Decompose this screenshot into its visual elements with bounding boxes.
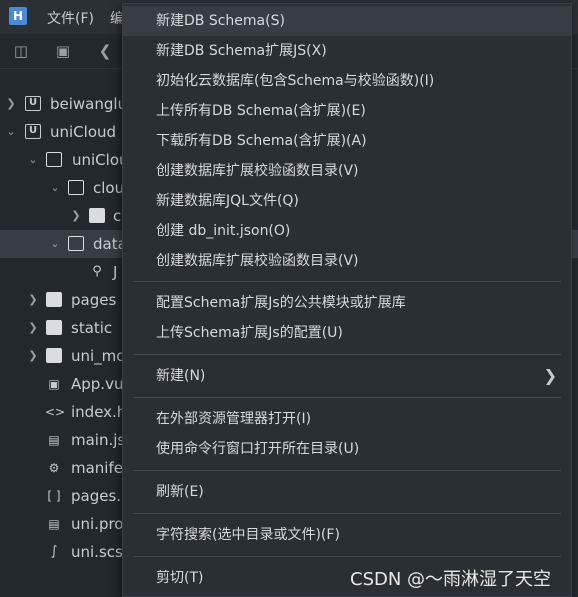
menu-item-upload-all-schema[interactable]: 上传所有DB Schema(含扩展)(E) bbox=[123, 96, 571, 126]
tree-item-label: uniClou bbox=[72, 151, 129, 169]
tree-item-label: J bbox=[113, 263, 118, 281]
menu-item-new-db-schema-ext-js[interactable]: 新建DB Schema扩展JS(X) bbox=[123, 36, 571, 66]
tree-item-label: main.js bbox=[71, 431, 126, 449]
schema-file-icon: ⚲ bbox=[92, 264, 102, 279]
html-file-icon: <> bbox=[45, 405, 66, 419]
menu-item-label: 上传Schema扩展Js的配置(U) bbox=[156, 325, 343, 341]
tree-item-label: manife bbox=[71, 459, 123, 477]
js-file-icon: ▤ bbox=[48, 517, 60, 531]
js-file-icon: ▤ bbox=[48, 433, 60, 447]
menu-item-label: 使用命令行窗口打开所在目录(U) bbox=[156, 441, 360, 457]
vue-file-icon: ▣ bbox=[48, 377, 60, 391]
back-icon[interactable]: ❮ bbox=[96, 42, 114, 60]
chevron-down-icon[interactable]: ⌄ bbox=[49, 230, 61, 258]
folder-filled-icon bbox=[89, 208, 105, 223]
tree-item-label: uni.pro bbox=[71, 515, 124, 533]
menu-item-label: 配置Schema扩展Js的公共模块或扩展库 bbox=[156, 295, 406, 311]
chevron-right-icon[interactable]: ❯ bbox=[27, 342, 39, 370]
tree-item-label: beiwanglu bbox=[50, 95, 128, 113]
menu-item-new-db-schema[interactable]: 新建DB Schema(S) bbox=[123, 6, 571, 36]
menu-item-create-validate-dir-2[interactable]: 创建数据库扩展校验函数目录(V) bbox=[123, 246, 571, 276]
menu-item-label: 上传所有DB Schema(含扩展)(E) bbox=[156, 103, 366, 119]
menu-item-label: 剪切(T) bbox=[156, 570, 204, 586]
menu-separator bbox=[133, 556, 561, 557]
menu-item-label: 初始化云数据库(包含Schema与校验函数)(I) bbox=[156, 73, 435, 89]
menu-item-create-validate-dir[interactable]: 创建数据库扩展校验函数目录(V) bbox=[123, 156, 571, 186]
new-file-icon[interactable]: ◫ bbox=[12, 42, 30, 60]
menu-item-refresh[interactable]: 刷新(E) bbox=[123, 477, 571, 507]
folder-icon bbox=[68, 236, 84, 251]
menu-item-open-in-explorer[interactable]: 在外部资源管理器打开(I) bbox=[123, 404, 571, 434]
menu-item-label: 新建DB Schema扩展JS(X) bbox=[156, 43, 327, 59]
menu-item-new[interactable]: 新建(N) ❯ bbox=[123, 361, 571, 391]
menu-separator bbox=[133, 397, 561, 398]
menu-separator bbox=[133, 513, 561, 514]
hbuilder-logo-icon: H bbox=[9, 7, 27, 25]
menu-item-label: 新建DB Schema(S) bbox=[156, 13, 285, 29]
manifest-file-icon: ⚙ bbox=[48, 461, 60, 475]
chevron-right-icon[interactable]: ❯ bbox=[27, 314, 39, 342]
tree-item-label: uni_mo bbox=[71, 347, 126, 365]
tree-item-label: App.vu bbox=[71, 375, 124, 393]
tree-item-label: uniCloud bbox=[50, 123, 117, 141]
scss-file-icon: ∫ bbox=[50, 544, 58, 559]
chevron-down-icon[interactable]: ⌄ bbox=[49, 174, 61, 202]
u-project-icon: U bbox=[25, 124, 41, 139]
chevron-down-icon[interactable]: ⌄ bbox=[5, 118, 17, 146]
menu-item-label: 新建(N) bbox=[156, 368, 206, 384]
tree-item-label: uni.scs bbox=[71, 543, 123, 561]
menu-item-config-schema-ext[interactable]: 配置Schema扩展Js的公共模块或扩展库 bbox=[123, 288, 571, 318]
menu-separator bbox=[133, 470, 561, 471]
tree-item-label: pages. bbox=[71, 487, 122, 505]
menu-item-label: 字符搜索(选中目录或文件)(F) bbox=[156, 527, 340, 543]
save-icon[interactable]: ▣ bbox=[54, 42, 72, 60]
menu-item-init-cloud-db[interactable]: 初始化云数据库(包含Schema与校验函数)(I) bbox=[123, 66, 571, 96]
chevron-right-icon: ❯ bbox=[543, 366, 557, 385]
tree-item-label: static bbox=[71, 319, 113, 337]
context-menu: 新建DB Schema(S) 新建DB Schema扩展JS(X) 初始化云数据… bbox=[122, 3, 572, 597]
chevron-right-icon[interactable]: ❯ bbox=[70, 202, 82, 230]
menu-item-label: 创建 db_init.json(O) bbox=[156, 223, 291, 239]
menu-item-create-db-init-json[interactable]: 创建 db_init.json(O) bbox=[123, 216, 571, 246]
chevron-down-icon[interactable]: ⌄ bbox=[27, 146, 39, 174]
tree-item-label: c bbox=[113, 207, 122, 225]
folder-filled-icon bbox=[46, 348, 62, 363]
menu-item-download-all-schema[interactable]: 下载所有DB Schema(含扩展)(A) bbox=[123, 126, 571, 156]
folder-icon bbox=[68, 180, 84, 195]
menu-item-open-in-terminal[interactable]: 使用命令行窗口打开所在目录(U) bbox=[123, 434, 571, 464]
menu-item-label: 在外部资源管理器打开(I) bbox=[156, 411, 312, 427]
menu-separator bbox=[133, 354, 561, 355]
menu-item-label: 下载所有DB Schema(含扩展)(A) bbox=[156, 133, 367, 149]
menu-item-label: 刷新(E) bbox=[156, 484, 204, 500]
folder-filled-icon bbox=[46, 292, 62, 307]
menu-item-new-jql-file[interactable]: 新建数据库JQL文件(Q) bbox=[123, 186, 571, 216]
folder-icon bbox=[46, 152, 62, 167]
menu-file[interactable]: 文件(F) bbox=[47, 8, 94, 28]
menu-item-label: 创建数据库扩展校验函数目录(V) bbox=[156, 163, 359, 179]
tree-item-label: index.h bbox=[71, 403, 127, 421]
folder-filled-icon bbox=[46, 320, 62, 335]
menu-item-label: 创建数据库扩展校验函数目录(V) bbox=[156, 253, 359, 269]
json-file-icon: [ ] bbox=[47, 489, 61, 503]
chevron-right-icon[interactable]: ❯ bbox=[27, 286, 39, 314]
menu-separator bbox=[133, 281, 561, 282]
menu-item-upload-schema-ext-config[interactable]: 上传Schema扩展Js的配置(U) bbox=[123, 318, 571, 348]
menu-item-label: 新建数据库JQL文件(Q) bbox=[156, 193, 299, 209]
u-project-icon: U bbox=[25, 96, 41, 111]
tree-item-label: clou bbox=[93, 179, 125, 197]
tree-item-label: pages bbox=[71, 291, 117, 309]
watermark: CSDN @～雨淋湿了天空 bbox=[350, 569, 552, 590]
chevron-right-icon[interactable]: ❯ bbox=[5, 90, 17, 118]
menu-item-text-search[interactable]: 字符搜索(选中目录或文件)(F) bbox=[123, 520, 571, 550]
